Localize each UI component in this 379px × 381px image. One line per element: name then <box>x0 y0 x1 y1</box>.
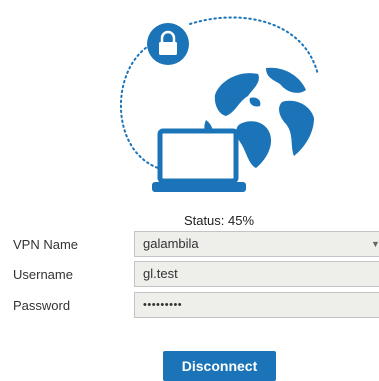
connection-path <box>120 44 159 169</box>
vpn-illustration <box>120 16 319 192</box>
password-label: Password <box>13 298 71 313</box>
status-text: Status: 45% <box>183 213 255 228</box>
disconnect-button[interactable]: Disconnect <box>163 351 276 381</box>
username-row: Username gl.test <box>0 261 379 289</box>
password-field[interactable]: ••••••••• <box>134 292 379 318</box>
username-field[interactable]: gl.test <box>134 261 379 287</box>
vpn-name-select[interactable]: galambila ▼ <box>134 231 379 257</box>
laptop-icon <box>152 128 246 192</box>
lock-icon <box>147 23 189 65</box>
chevron-down-icon: ▼ <box>371 239 379 249</box>
vpn-name-row: VPN Name galambila ▼ <box>0 231 379 259</box>
username-label: Username <box>13 267 73 282</box>
vpn-name-label: VPN Name <box>13 237 79 252</box>
vpn-name-value: galambila <box>143 236 199 251</box>
password-row: Password ••••••••• <box>0 292 379 320</box>
